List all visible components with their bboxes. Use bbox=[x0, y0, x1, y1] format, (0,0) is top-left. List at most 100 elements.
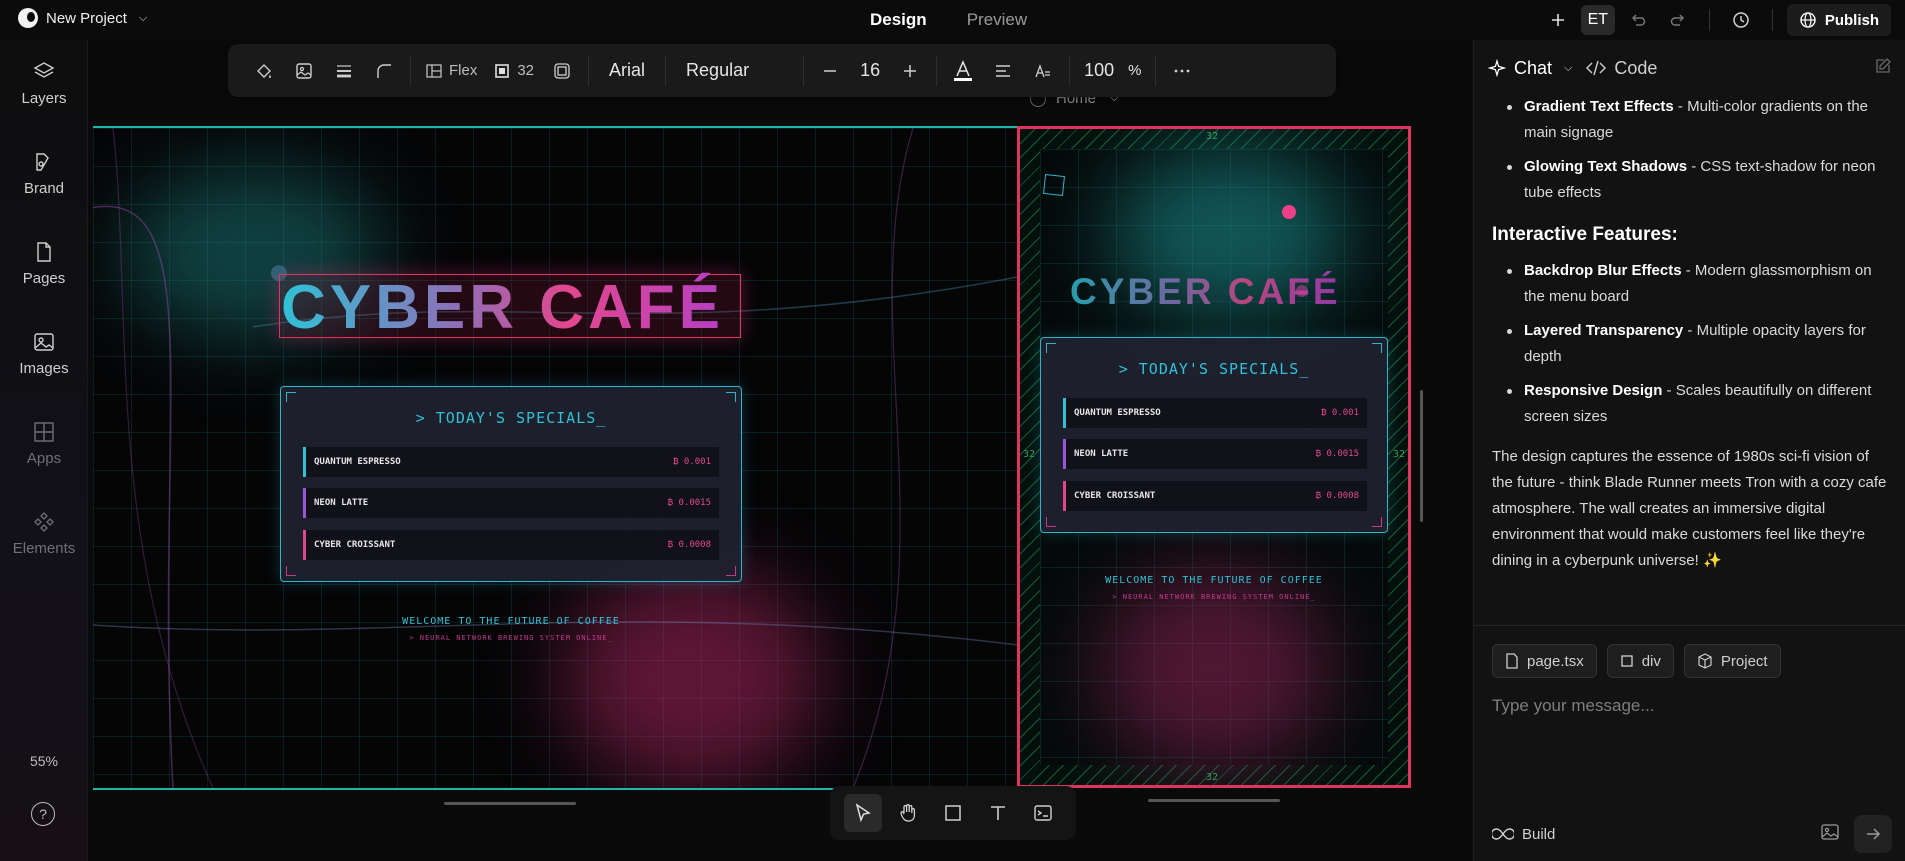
gap-control[interactable]: 32 bbox=[485, 54, 542, 88]
build-label: Build bbox=[1522, 825, 1556, 843]
vertical-scrollbar[interactable] bbox=[1420, 390, 1423, 522]
publish-label: Publish bbox=[1824, 11, 1879, 29]
help-icon[interactable]: ? bbox=[31, 802, 55, 826]
menu-item[interactable]: NEON LATTE ₿ 0.0015 bbox=[303, 488, 719, 518]
send-button[interactable] bbox=[1854, 815, 1892, 853]
artboard-desktop[interactable]: CYBER CAFÉ > TODAY'S SPECIALS_ QUANTUM E… bbox=[93, 126, 1017, 790]
image-icon bbox=[1821, 823, 1839, 840]
text-style-icon bbox=[1035, 63, 1051, 77]
history-button[interactable] bbox=[1724, 5, 1758, 35]
tab-preview[interactable]: Preview bbox=[967, 10, 1027, 30]
artboard-mobile[interactable]: CYBER CAFÉ > TODAY'S SPECIALS_ QUANTUM E… bbox=[1017, 126, 1411, 788]
project-menu[interactable]: New Project ⌵ bbox=[18, 8, 147, 28]
cafe-title[interactable]: CYBER CAFÉ bbox=[281, 272, 724, 343]
font-family-select[interactable]: Arial bbox=[595, 54, 659, 88]
page-icon bbox=[37, 242, 51, 262]
top-bar: New Project ⌵ Design Preview ET Publish bbox=[0, 0, 1905, 40]
feature-list: Backdrop Blur Effects - Modern glassmorp… bbox=[1492, 258, 1888, 430]
decrease-font-size-button[interactable] bbox=[810, 54, 850, 88]
square-icon bbox=[1621, 655, 1633, 667]
add-button[interactable] bbox=[1541, 5, 1575, 35]
more-options-button[interactable] bbox=[1162, 54, 1202, 88]
redo-button[interactable] bbox=[1661, 5, 1695, 35]
fill-button[interactable] bbox=[244, 54, 284, 88]
chevron-down-icon: ⌵ bbox=[138, 11, 148, 24]
feature-title: Layered Transparency bbox=[1524, 322, 1684, 339]
tab-design[interactable]: Design bbox=[870, 10, 927, 30]
select-tool-button[interactable] bbox=[843, 794, 882, 832]
apps-icon bbox=[34, 422, 54, 442]
padding-icon bbox=[554, 62, 570, 79]
opacity-input[interactable]: 100 % bbox=[1076, 54, 1149, 88]
horizontal-scrollbar[interactable] bbox=[444, 802, 576, 805]
dot-deco bbox=[1282, 205, 1296, 219]
hand-tool-button[interactable] bbox=[889, 794, 927, 832]
menu-item[interactable]: CYBER CROISSANT ₿ 0.0008 bbox=[1063, 481, 1367, 511]
menu-item[interactable]: CYBER CROISSANT ₿ 0.0008 bbox=[303, 530, 719, 560]
paint-bucket-icon bbox=[257, 63, 271, 78]
sidebar-item-pages[interactable]: Pages bbox=[0, 240, 88, 287]
redo-icon bbox=[1670, 14, 1684, 26]
message-input[interactable] bbox=[1492, 696, 1888, 796]
sidebar-item-images[interactable]: Images bbox=[0, 330, 88, 377]
tab-code[interactable]: Code bbox=[1586, 58, 1657, 79]
list-item: Backdrop Blur Effects - Modern glassmorp… bbox=[1492, 258, 1888, 310]
terminal-tool-button[interactable] bbox=[1024, 794, 1062, 832]
context-chip[interactable]: page.tsx bbox=[1492, 644, 1597, 678]
user-avatar[interactable]: ET bbox=[1580, 5, 1615, 35]
hand-icon bbox=[900, 804, 915, 822]
stroke-weight-icon bbox=[337, 64, 351, 77]
new-chat-button[interactable] bbox=[1874, 57, 1892, 80]
menu-item[interactable]: QUANTUM ESPRESSO ₿ 0.001 bbox=[303, 447, 719, 477]
menu-board[interactable]: > TODAY'S SPECIALS_ QUANTUM ESPRESSO ₿ 0… bbox=[1040, 337, 1388, 533]
text-color-button[interactable] bbox=[943, 54, 983, 88]
sidebar-item-layers[interactable]: Layers bbox=[0, 60, 88, 107]
radius-button[interactable] bbox=[364, 54, 404, 88]
menu-item-name: NEON LATTE bbox=[1074, 449, 1129, 459]
text-align-button[interactable] bbox=[983, 54, 1023, 88]
tagline-text: > NEURAL NETWORK BREWING SYSTEM ONLINE_ bbox=[1112, 593, 1316, 601]
section-heading: Interactive Features: bbox=[1492, 224, 1678, 245]
undo-button[interactable] bbox=[1621, 5, 1655, 35]
increase-font-size-button[interactable] bbox=[890, 54, 930, 88]
menu-item[interactable]: QUANTUM ESPRESSO ₿ 0.001 bbox=[1063, 398, 1367, 428]
cafe-title[interactable]: CYBER CAFÉ bbox=[1070, 271, 1341, 313]
menu-item-price: ₿ 0.0015 bbox=[667, 498, 711, 508]
horizontal-scrollbar[interactable] bbox=[1148, 799, 1280, 802]
font-size-input[interactable]: 16 bbox=[850, 54, 890, 88]
feature-title: Glowing Text Shadows bbox=[1524, 158, 1688, 175]
corner-bracket bbox=[286, 566, 296, 576]
divider bbox=[410, 55, 411, 86]
sidebar-item-apps[interactable]: Apps bbox=[0, 420, 88, 467]
image-fill-button[interactable] bbox=[284, 54, 324, 88]
context-chip[interactable]: div bbox=[1606, 644, 1674, 678]
more-horizontal-icon bbox=[1175, 69, 1190, 72]
chip-label: page.tsx bbox=[1527, 652, 1584, 670]
sidebar-item-brand[interactable]: Brand bbox=[0, 150, 88, 197]
publish-button[interactable]: Publish bbox=[1786, 4, 1891, 36]
text-style-button[interactable] bbox=[1023, 54, 1063, 88]
menu-item[interactable]: NEON LATTE ₿ 0.0015 bbox=[1063, 439, 1367, 469]
context-chip[interactable]: Project bbox=[1683, 644, 1781, 678]
font-weight-select[interactable]: Regular bbox=[672, 54, 763, 88]
layout-mode-button[interactable]: Flex bbox=[417, 54, 485, 88]
left-sidebar: Layers Brand Pages Images Apps Elements … bbox=[0, 40, 88, 861]
menu-item-price: ₿ 0.0008 bbox=[1315, 491, 1359, 501]
padding-button[interactable] bbox=[542, 54, 582, 88]
tagline-text: > NEURAL NETWORK BREWING SYSTEM ONLINE_ bbox=[409, 634, 613, 642]
sidebar-item-label: Brand bbox=[23, 180, 65, 197]
build-mode-button[interactable]: Build bbox=[1492, 826, 1555, 843]
divider bbox=[1155, 55, 1157, 86]
feature-title: Responsive Design bbox=[1524, 382, 1663, 399]
text-tool-button[interactable] bbox=[979, 794, 1017, 832]
sidebar-item-elements[interactable]: Elements bbox=[0, 510, 88, 557]
border-button[interactable] bbox=[324, 54, 364, 88]
menu-heading: > TODAY'S SPECIALS_ bbox=[415, 409, 607, 427]
menu-board[interactable]: > TODAY'S SPECIALS_ QUANTUM ESPRESSO ₿ 0… bbox=[280, 386, 742, 582]
zoom-level[interactable]: 55% bbox=[0, 753, 88, 769]
divider bbox=[1771, 9, 1773, 31]
tab-chat[interactable]: Chat ⌵ bbox=[1488, 58, 1572, 79]
attach-image-button[interactable] bbox=[1820, 822, 1840, 847]
plus-icon bbox=[904, 64, 917, 77]
frame-tool-button[interactable] bbox=[934, 794, 972, 832]
